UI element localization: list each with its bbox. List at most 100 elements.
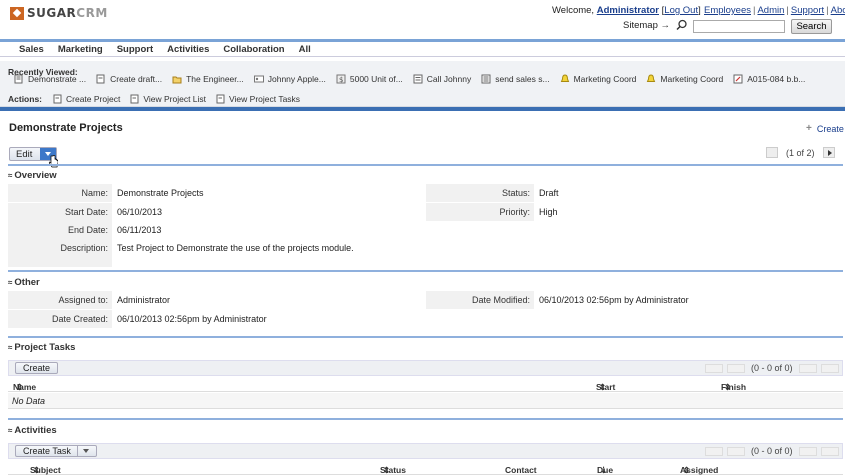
- collapse-icon: ≈: [8, 426, 13, 435]
- sitemap-link[interactable]: Sitemap →: [623, 20, 670, 31]
- collapse-icon: ≈: [8, 171, 13, 180]
- chevron-down-icon[interactable]: [76, 446, 89, 456]
- assigned-to-value: Administrator: [117, 295, 171, 305]
- previous-page-button[interactable]: [727, 446, 745, 456]
- no-data-row: No Data: [8, 393, 843, 409]
- project-tasks-header[interactable]: ≈ Project Tasks: [8, 342, 75, 353]
- record-pager: (1 of 2): [764, 147, 837, 158]
- last-page-button[interactable]: [820, 446, 839, 456]
- end-date-value: 06/11/2013: [117, 225, 162, 235]
- logout-link[interactable]: Log Out: [664, 5, 698, 16]
- page-title: Demonstrate Projects: [9, 122, 123, 134]
- priority-value: High: [539, 207, 558, 217]
- recent-item[interactable]: Demonstrate ...: [14, 74, 86, 84]
- tab-sales[interactable]: Sales: [12, 42, 51, 56]
- name-value: Demonstrate Projects: [117, 188, 204, 198]
- sort-icon: ⇕: [33, 465, 41, 475]
- sugarcrm-logo-icon: [10, 6, 24, 20]
- overview-header[interactable]: ≈ Overview: [8, 170, 57, 181]
- end-date-label: End Date:: [8, 221, 112, 239]
- start-date-value: 06/10/2013: [117, 207, 163, 217]
- activities-toolbar: Create Task (0 - 0 of 0): [8, 443, 843, 459]
- status-label: Status:: [426, 184, 534, 202]
- next-page-button[interactable]: [798, 446, 817, 456]
- support-link[interactable]: Support: [791, 5, 824, 16]
- project-tasks-pager-text: (0 - 0 of 0): [751, 363, 793, 373]
- previous-page-button[interactable]: [727, 363, 745, 373]
- employees-link[interactable]: Employees: [704, 5, 751, 16]
- project-tasks-column-header: Name⇕ Start Date:⇕ Finish Date:⇕: [8, 378, 843, 402]
- sort-icon: ⇕: [599, 382, 607, 392]
- sort-icon: ⇕: [16, 382, 24, 392]
- search-icon[interactable]: [676, 19, 688, 31]
- recent-item[interactable]: Johnny Apple...: [253, 74, 326, 84]
- description-label: Description:: [8, 239, 112, 267]
- svg-text:$: $: [339, 76, 343, 84]
- recent-item[interactable]: Marketing Coord: [646, 74, 723, 84]
- description-value: Test Project to Demonstrate the use of t…: [117, 243, 354, 253]
- tab-all[interactable]: All: [292, 42, 318, 56]
- top-links: Employees|Admin|Support|About: [704, 5, 845, 16]
- field-row: Start Date: 06/10/2013 Priority: High: [8, 203, 843, 221]
- last-page-button[interactable]: [820, 363, 839, 373]
- view-project-tasks-action[interactable]: View Project Tasks: [216, 94, 300, 104]
- recent-item[interactable]: $5000 Unit of...: [336, 74, 403, 84]
- other-header[interactable]: ≈ Other: [8, 277, 40, 288]
- activities-header[interactable]: ≈ Activities: [8, 425, 57, 436]
- opportunity-icon: $: [336, 74, 346, 84]
- project-icon: [14, 74, 23, 84]
- sort-icon: ⇕: [724, 382, 732, 392]
- create-link[interactable]: + Create: [806, 123, 844, 134]
- recent-item[interactable]: A015-084 b.b...: [733, 74, 805, 84]
- admin-link[interactable]: Admin: [757, 5, 784, 16]
- about-link[interactable]: About: [831, 5, 845, 16]
- project-tasks-divider: [8, 336, 843, 338]
- bell-icon: [647, 74, 656, 82]
- recent-item[interactable]: The Engineer...: [172, 74, 244, 84]
- previous-record-button[interactable]: [766, 147, 778, 158]
- recent-item[interactable]: Create draft...: [96, 74, 162, 84]
- recent-item[interactable]: send sales s...: [481, 74, 550, 84]
- view-project-list-action[interactable]: View Project List: [130, 94, 206, 104]
- edit-button-label: Edit: [16, 149, 33, 160]
- project-tasks-pager: (0 - 0 of 0): [703, 363, 841, 373]
- overview-divider: [8, 164, 843, 166]
- collapse-icon: ≈: [8, 343, 13, 352]
- create-project-task-button[interactable]: Create: [15, 362, 59, 374]
- next-record-button[interactable]: [822, 147, 835, 158]
- sitemap-arrow-icon: →: [660, 20, 671, 31]
- date-modified-label: Date Modified:: [426, 291, 534, 309]
- field-row: Name: Demonstrate Projects Status: Draft: [8, 184, 843, 202]
- content-divider: [0, 107, 845, 111]
- tab-support[interactable]: Support: [110, 42, 160, 56]
- date-created-label: Date Created:: [8, 310, 112, 328]
- search-button[interactable]: Search: [791, 19, 832, 34]
- call-icon: [413, 74, 423, 84]
- activities-pager: (0 - 0 of 0): [703, 446, 841, 456]
- activities-column-header: Subject⇕ Status⇕ Contact Due Date⇣ Assig…: [8, 461, 843, 476]
- user-link[interactable]: Administrator: [597, 5, 659, 16]
- next-page-button[interactable]: [798, 363, 817, 373]
- search-input[interactable]: [693, 20, 785, 33]
- sort-desc-icon: ⇣: [600, 465, 608, 475]
- create-project-action[interactable]: Create Project: [53, 94, 120, 104]
- logo-text-primary: SUGAR: [27, 6, 77, 20]
- welcome-area: Welcome, Administrator [Log Out]: [552, 5, 701, 16]
- task-icon: [96, 74, 105, 84]
- first-page-button[interactable]: [705, 363, 723, 373]
- recent-item[interactable]: Call Johnny: [413, 74, 471, 84]
- other-divider: [8, 270, 843, 272]
- module-nav: Sales Marketing Support Activities Colla…: [0, 39, 845, 57]
- tab-activities[interactable]: Activities: [160, 42, 216, 56]
- create-task-button[interactable]: Create Task: [15, 445, 97, 457]
- first-page-button[interactable]: [705, 446, 723, 456]
- field-row: Description: Test Project to Demonstrate…: [8, 239, 843, 267]
- date-modified-value: 06/10/2013 02:56pm by Administrator: [539, 295, 689, 305]
- tab-marketing[interactable]: Marketing: [51, 42, 110, 56]
- welcome-prefix: Welcome,: [552, 5, 595, 16]
- recent-item[interactable]: Marketing Coord: [560, 74, 636, 84]
- sugarcrm-logo[interactable]: SUGARCRM: [10, 6, 108, 20]
- project-tasks-icon: [216, 94, 225, 104]
- tab-collaboration[interactable]: Collaboration: [216, 42, 291, 56]
- hand-cursor-icon: [48, 155, 58, 168]
